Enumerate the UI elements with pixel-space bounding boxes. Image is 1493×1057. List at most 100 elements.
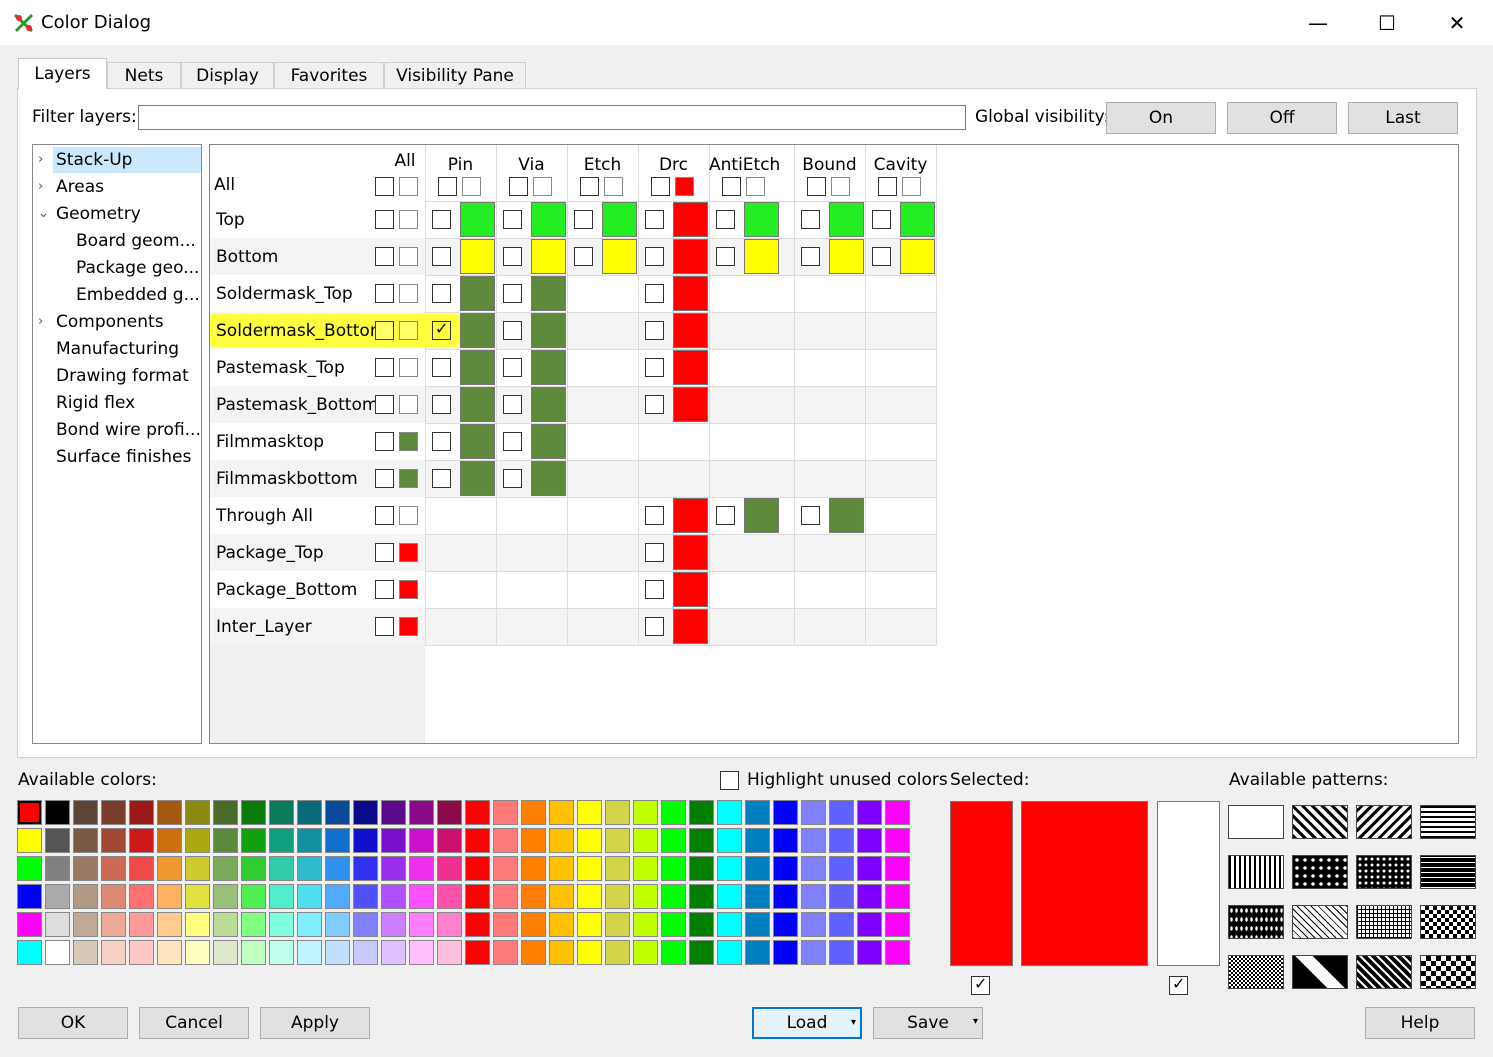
palette-swatch[interactable] (465, 940, 490, 965)
palette-swatch[interactable] (857, 828, 882, 853)
palette-swatch[interactable] (213, 800, 238, 825)
palette-swatch[interactable] (521, 856, 546, 881)
palette-swatch[interactable] (157, 856, 182, 881)
column-pin-checkbox[interactable] (438, 177, 457, 196)
palette-swatch[interactable] (213, 912, 238, 937)
layer-color-swatch[interactable] (399, 506, 418, 525)
palette-swatch[interactable] (437, 940, 462, 965)
palette-swatch[interactable] (213, 828, 238, 853)
palette-swatch[interactable] (465, 912, 490, 937)
palette-swatch[interactable] (185, 940, 210, 965)
layer-color-swatch[interactable] (399, 617, 418, 636)
palette-swatch[interactable] (801, 856, 826, 881)
tab-layers[interactable]: Layers (18, 58, 107, 89)
palette-swatch[interactable] (465, 800, 490, 825)
palette-swatch[interactable] (409, 912, 434, 937)
palette-swatch[interactable] (857, 884, 882, 909)
cell-drc-color[interactable] (673, 202, 708, 237)
cell-pin-color[interactable] (460, 276, 495, 311)
palette-swatch[interactable] (269, 940, 294, 965)
pattern-swatch[interactable] (1356, 905, 1412, 939)
palette-swatch[interactable] (633, 828, 658, 853)
palette-swatch[interactable] (17, 856, 42, 881)
palette-swatch[interactable] (717, 828, 742, 853)
palette-swatch[interactable] (549, 800, 574, 825)
cancel-button[interactable]: Cancel (139, 1007, 249, 1039)
cell-pin-checkbox[interactable] (432, 395, 451, 414)
palette-swatch[interactable] (605, 940, 630, 965)
cell-drc-checkbox[interactable] (645, 506, 664, 525)
cell-cavity-color[interactable] (900, 202, 935, 237)
palette-swatch[interactable] (885, 884, 910, 909)
layer-visibility-checkbox[interactable] (375, 506, 394, 525)
palette-swatch[interactable] (605, 828, 630, 853)
pattern-swatch[interactable] (1228, 955, 1284, 989)
palette-swatch[interactable] (857, 856, 882, 881)
palette-swatch[interactable] (409, 940, 434, 965)
cell-antietch-checkbox[interactable] (716, 210, 735, 229)
palette-swatch[interactable] (689, 912, 714, 937)
palette-swatch[interactable] (633, 940, 658, 965)
palette-swatch[interactable] (493, 828, 518, 853)
column-bound-color-swatch[interactable] (831, 177, 850, 196)
cell-drc-color[interactable] (673, 498, 708, 533)
palette-swatch[interactable] (381, 800, 406, 825)
cell-pin-checkbox[interactable] (432, 469, 451, 488)
palette-swatch[interactable] (717, 800, 742, 825)
all-visibility-checkbox[interactable] (375, 177, 394, 196)
selected-pattern[interactable] (1157, 801, 1220, 966)
pattern-swatch[interactable] (1420, 955, 1476, 989)
pattern-swatch[interactable] (1356, 955, 1412, 989)
palette-swatch[interactable] (409, 856, 434, 881)
palette-swatch[interactable] (857, 912, 882, 937)
cell-bound-checkbox[interactable] (801, 247, 820, 266)
palette-swatch[interactable] (129, 912, 154, 937)
palette-swatch[interactable] (45, 800, 70, 825)
cell-via-checkbox[interactable] (503, 321, 522, 340)
cell-via-color[interactable] (531, 424, 566, 459)
palette-swatch[interactable] (73, 800, 98, 825)
palette-swatch[interactable] (381, 828, 406, 853)
cell-via-color[interactable] (531, 350, 566, 385)
global-last-button[interactable]: Last (1348, 102, 1458, 134)
palette-swatch[interactable] (157, 828, 182, 853)
cell-bound-color[interactable] (829, 498, 864, 533)
palette-swatch[interactable] (297, 884, 322, 909)
tab-favorites[interactable]: Favorites (274, 62, 384, 88)
palette-swatch[interactable] (465, 856, 490, 881)
palette-swatch[interactable] (157, 884, 182, 909)
column-drc-checkbox[interactable] (651, 177, 670, 196)
palette-swatch[interactable] (101, 884, 126, 909)
global-off-button[interactable]: Off (1227, 102, 1337, 134)
tree-item[interactable]: Stack-Up (53, 147, 201, 173)
tree-item[interactable]: Package geo... (73, 255, 201, 281)
palette-swatch[interactable] (325, 800, 350, 825)
cell-via-checkbox[interactable] (503, 358, 522, 377)
palette-swatch[interactable] (465, 884, 490, 909)
layer-visibility-checkbox[interactable] (375, 321, 394, 340)
palette-swatch[interactable] (269, 800, 294, 825)
column-cavity-color-swatch[interactable] (902, 177, 921, 196)
palette-swatch[interactable] (45, 884, 70, 909)
cell-pin-color[interactable] (460, 202, 495, 237)
palette-swatch[interactable] (269, 856, 294, 881)
layer-color-swatch[interactable] (399, 395, 418, 414)
palette-swatch[interactable] (17, 884, 42, 909)
palette-swatch[interactable] (101, 912, 126, 937)
palette-swatch[interactable] (465, 828, 490, 853)
column-cavity-checkbox[interactable] (878, 177, 897, 196)
palette-swatch[interactable] (549, 856, 574, 881)
layer-visibility-checkbox[interactable] (375, 580, 394, 599)
cell-antietch-color[interactable] (744, 498, 779, 533)
cell-drc-checkbox[interactable] (645, 617, 664, 636)
palette-swatch[interactable] (605, 856, 630, 881)
palette-swatch[interactable] (577, 884, 602, 909)
palette-swatch[interactable] (661, 856, 686, 881)
palette-swatch[interactable] (549, 884, 574, 909)
palette-swatch[interactable] (437, 856, 462, 881)
cell-cavity-checkbox[interactable] (872, 247, 891, 266)
cell-drc-color[interactable] (673, 609, 708, 644)
palette-swatch[interactable] (549, 912, 574, 937)
column-etch-color-swatch[interactable] (604, 177, 623, 196)
ok-button[interactable]: OK (18, 1007, 128, 1039)
